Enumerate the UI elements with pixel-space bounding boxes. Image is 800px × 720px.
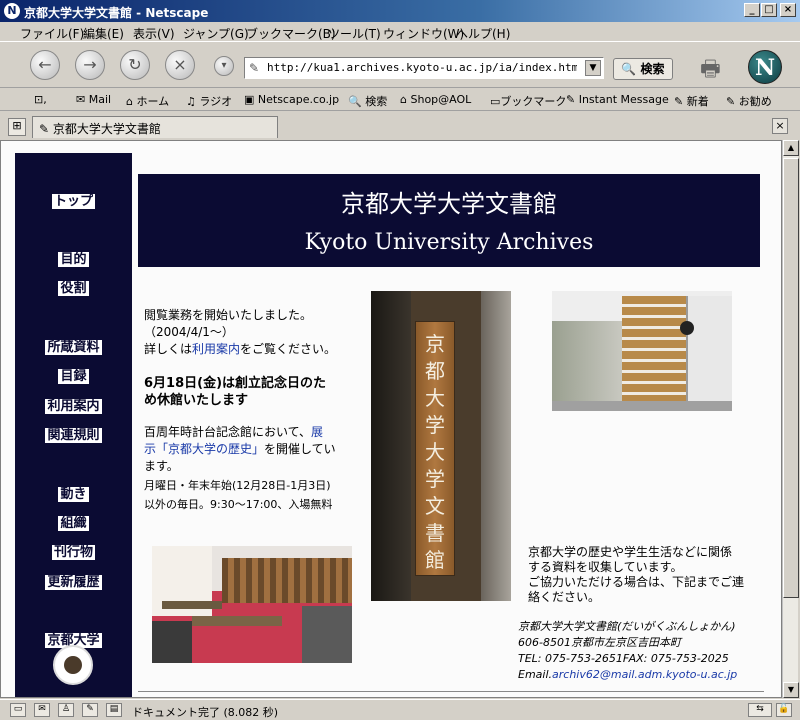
org-name: 京都大学大学文書館(だいがくぶんしょかん) xyxy=(518,620,736,633)
phone-fax: TEL: 075-753-2651FAX: 075-753-2025 xyxy=(518,652,729,665)
search-label: 検索 xyxy=(640,62,665,76)
menu-help[interactable]: ヘルプ(H) xyxy=(456,25,510,42)
menu-bar: ファイル(F) 編集(E) 表示(V) ジャンプ(G) ブックマーク(B) ツー… xyxy=(0,22,800,42)
collection-notice: 京都大学の歴史や学生生活などに関係 する資料を収集しています。 ご協力いただける… xyxy=(528,545,745,604)
tab-menu-icon[interactable]: ⊡, xyxy=(34,93,47,106)
sign-text: 京都大学大学文書館 xyxy=(425,332,445,572)
kyoto-u-emblem[interactable] xyxy=(53,645,93,685)
tab-bar: ⊞ ✎ 京都大学大学文書館 × xyxy=(0,112,800,140)
bookmark-bookmarks[interactable]: ▭ブックマーク xyxy=(490,93,566,109)
tab-active[interactable]: ✎ 京都大学大学文書館 xyxy=(32,116,278,138)
window-title: 京都大学大学文書館 - Netscape xyxy=(24,6,209,20)
sidebar-item-role[interactable]: 役割 xyxy=(15,277,132,296)
bookmark-radio[interactable]: ♫ ラジオ xyxy=(186,93,232,109)
scroll-thumb[interactable] xyxy=(783,158,799,598)
sidebar-item-usage[interactable]: 利用案内 xyxy=(15,395,132,414)
menu-edit[interactable]: 編集(E) xyxy=(83,25,124,42)
status-text: ドキュメント完了 (8.082 秒) xyxy=(132,706,279,719)
print-icon[interactable]: 🖶 xyxy=(700,52,730,82)
sidebar-item-purpose[interactable]: 目的 xyxy=(15,248,132,267)
vertical-scrollbar[interactable]: ▲ ▼ xyxy=(782,140,799,698)
sidebar-item-activities[interactable]: 動き xyxy=(15,483,132,502)
forward-button[interactable]: → xyxy=(75,50,105,80)
address-book-icon[interactable]: ▤ xyxy=(106,703,122,717)
search-button[interactable]: 🔍 検索 xyxy=(613,58,673,80)
sidebar-item-catalog[interactable]: 目録 xyxy=(15,365,132,384)
personal-toolbar: ⊡, ✉ Mail ⌂ ホーム ♫ ラジオ ▣ Netscape.co.jp 🔍… xyxy=(0,89,800,111)
notice-exhibition: 百周年時計台記念館において、展 示「京都大学の歴史」を開催してい ます。 月曜日… xyxy=(144,425,336,511)
email-link[interactable]: archiv62@mail.adm.kyoto-u.ac.jp xyxy=(552,668,737,681)
navigator-icon[interactable]: ▭ xyxy=(10,703,26,717)
close-button[interactable]: × xyxy=(780,3,796,17)
exhibition-link-1[interactable]: 展 xyxy=(311,425,323,439)
bookmark-mail[interactable]: ✉ Mail xyxy=(76,93,111,106)
connection-icon: ⇆ xyxy=(748,703,772,717)
bookmark-netscape[interactable]: ▣ Netscape.co.jp xyxy=(244,93,339,106)
status-bar: ▭ ✉ ♙ ✎ ▤ ドキュメント完了 (8.082 秒) ⇆ 🔓 xyxy=(0,699,800,720)
tab-label: 京都大学大学文書館 xyxy=(52,122,161,136)
usage-link[interactable]: 利用案内 xyxy=(192,342,240,356)
reload-button[interactable]: ↻ xyxy=(120,50,150,80)
divider xyxy=(138,691,764,692)
aim-icon[interactable]: ♙ xyxy=(58,703,74,717)
menu-window[interactable]: ウィンドウ(W) xyxy=(383,25,464,42)
reading-room-photo xyxy=(152,546,352,663)
scroll-up-icon[interactable]: ▲ xyxy=(783,140,799,156)
netscape-icon: N xyxy=(4,3,20,19)
stop-button[interactable]: × xyxy=(165,50,195,80)
contact-address: 京都大学大学文書館(だいがくぶんしょかん) 606-8501京都市左京区吉田本町… xyxy=(518,619,780,683)
bookmark-shop[interactable]: ⌂ Shop@AOL xyxy=(400,93,471,106)
sidebar-item-organization[interactable]: 組織 xyxy=(15,512,132,531)
url-bar[interactable]: ✎ ▼ xyxy=(244,57,604,79)
menu-file[interactable]: ファイル(F) xyxy=(20,25,84,42)
bookmark-home[interactable]: ⌂ ホーム xyxy=(126,93,169,109)
page-viewport: トップ 目的 役割 所蔵資料 目録 利用案内 関連規則 動き 組織 刊行物 更新… xyxy=(0,140,782,698)
notice-open: 閲覧業務を開始いたしました。 （2004/4/1～） 詳しくは利用案内をご覧くだ… xyxy=(144,308,337,356)
sidebar-item-publications[interactable]: 刊行物 xyxy=(15,541,132,560)
bookmark-search[interactable]: 🔍 検索 xyxy=(348,93,387,109)
composer-icon[interactable]: ✎ xyxy=(82,703,98,717)
minimize-button[interactable]: _ xyxy=(744,3,760,17)
header-banner: 京都大学大学文書館 Kyoto University Archives xyxy=(138,174,760,267)
archive-shelves-photo xyxy=(552,291,732,411)
sidebar-item-holdings[interactable]: 所蔵資料 xyxy=(15,336,132,355)
banner-title-en: Kyoto University Archives xyxy=(304,230,594,255)
postal-address: 606-8501京都市左京区吉田本町 xyxy=(518,636,681,649)
exhibition-link-2[interactable]: 示「京都大学の歴史」 xyxy=(144,442,264,456)
mail-icon[interactable]: ✉ xyxy=(34,703,50,717)
bookmark-recommend[interactable]: ✎ お勧め xyxy=(726,93,772,109)
menu-bookmarks[interactable]: ブックマーク(B) xyxy=(246,25,336,42)
sidebar-nav: トップ 目的 役割 所蔵資料 目録 利用案内 関連規則 動き 組織 刊行物 更新… xyxy=(15,153,132,697)
sidebar-item-history[interactable]: 更新履歴 xyxy=(15,571,132,590)
tab-close-icon[interactable]: × xyxy=(772,118,788,134)
back-button[interactable]: ← xyxy=(30,50,60,80)
scroll-down-icon[interactable]: ▼ xyxy=(783,682,799,698)
menu-tools[interactable]: ツール(T) xyxy=(328,25,381,42)
chevron-down-icon[interactable]: ▾ xyxy=(214,56,234,76)
title-bar: N 京都大学大学文書館 - Netscape _ □ × xyxy=(0,0,800,22)
bookmark-new[interactable]: ✎ 新着 xyxy=(674,93,709,109)
new-tab-icon[interactable]: ⊞ xyxy=(8,118,26,136)
menu-go[interactable]: ジャンプ(G) xyxy=(183,25,249,42)
sign-photo: 京都大学大学文書館 xyxy=(371,291,511,601)
security-lock-icon[interactable]: 🔓 xyxy=(776,703,792,717)
bookmark-im[interactable]: ✎ Instant Message xyxy=(566,93,669,106)
netscape-logo[interactable]: N xyxy=(748,50,782,84)
sidebar-item-rules[interactable]: 関連規則 xyxy=(15,424,132,443)
url-dropdown-icon[interactable]: ▼ xyxy=(585,60,601,76)
maximize-button[interactable]: □ xyxy=(761,3,777,17)
page-icon: ✎ xyxy=(249,61,260,75)
url-input[interactable] xyxy=(267,61,577,74)
menu-view[interactable]: 表示(V) xyxy=(133,25,175,42)
notice-closed: 6月18日(金)は創立記念日のた め休館いたします xyxy=(144,376,327,408)
sidebar-item-top[interactable]: トップ xyxy=(15,190,132,209)
banner-title-jp: 京都大学大学文書館 xyxy=(341,190,557,218)
